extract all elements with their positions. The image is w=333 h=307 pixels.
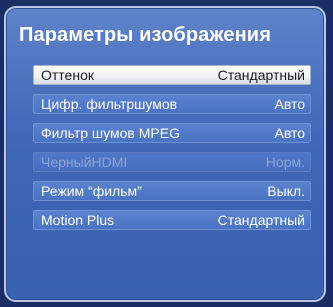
menu-item-motion-plus[interactable]: Motion Plus Стандартный	[33, 210, 311, 230]
menu-item-value: Стандартный	[217, 212, 305, 228]
menu-item-value: Стандартный	[217, 67, 305, 83]
menu-item-film-mode[interactable]: Режим “фильм” Выкл.	[33, 181, 311, 201]
menu-item-label: Цифр. фильтршумов	[41, 96, 178, 112]
menu-item-value: Норм.	[265, 154, 305, 170]
picture-settings-panel: Параметры изображения Оттенок Стандартны…	[4, 6, 326, 302]
menu-item-digital-noise-filter[interactable]: Цифр. фильтршумов Авто	[33, 94, 311, 114]
panel-title: Параметры изображения	[19, 24, 271, 46]
picture-settings-menu: Оттенок Стандартный Цифр. фильтршумов Ав…	[33, 65, 311, 239]
menu-item-value: Авто	[274, 96, 305, 112]
menu-item-label: Оттенок	[41, 67, 94, 83]
menu-item-label: Motion Plus	[41, 212, 115, 228]
menu-item-value: Выкл.	[267, 183, 305, 199]
menu-item-label: Режим “фильм”	[41, 183, 142, 199]
menu-item-mpeg-noise-filter[interactable]: Фильтр шумов MPEG Авто	[33, 123, 311, 143]
menu-item-label: Фильтр шумов MPEG	[41, 125, 180, 141]
menu-item-value: Авто	[274, 125, 305, 141]
menu-item-label: ЧерныйHDMI	[41, 154, 128, 170]
menu-item-hdmi-black-level: ЧерныйHDMI Норм.	[33, 152, 311, 172]
menu-item-tint[interactable]: Оттенок Стандартный	[33, 65, 311, 85]
